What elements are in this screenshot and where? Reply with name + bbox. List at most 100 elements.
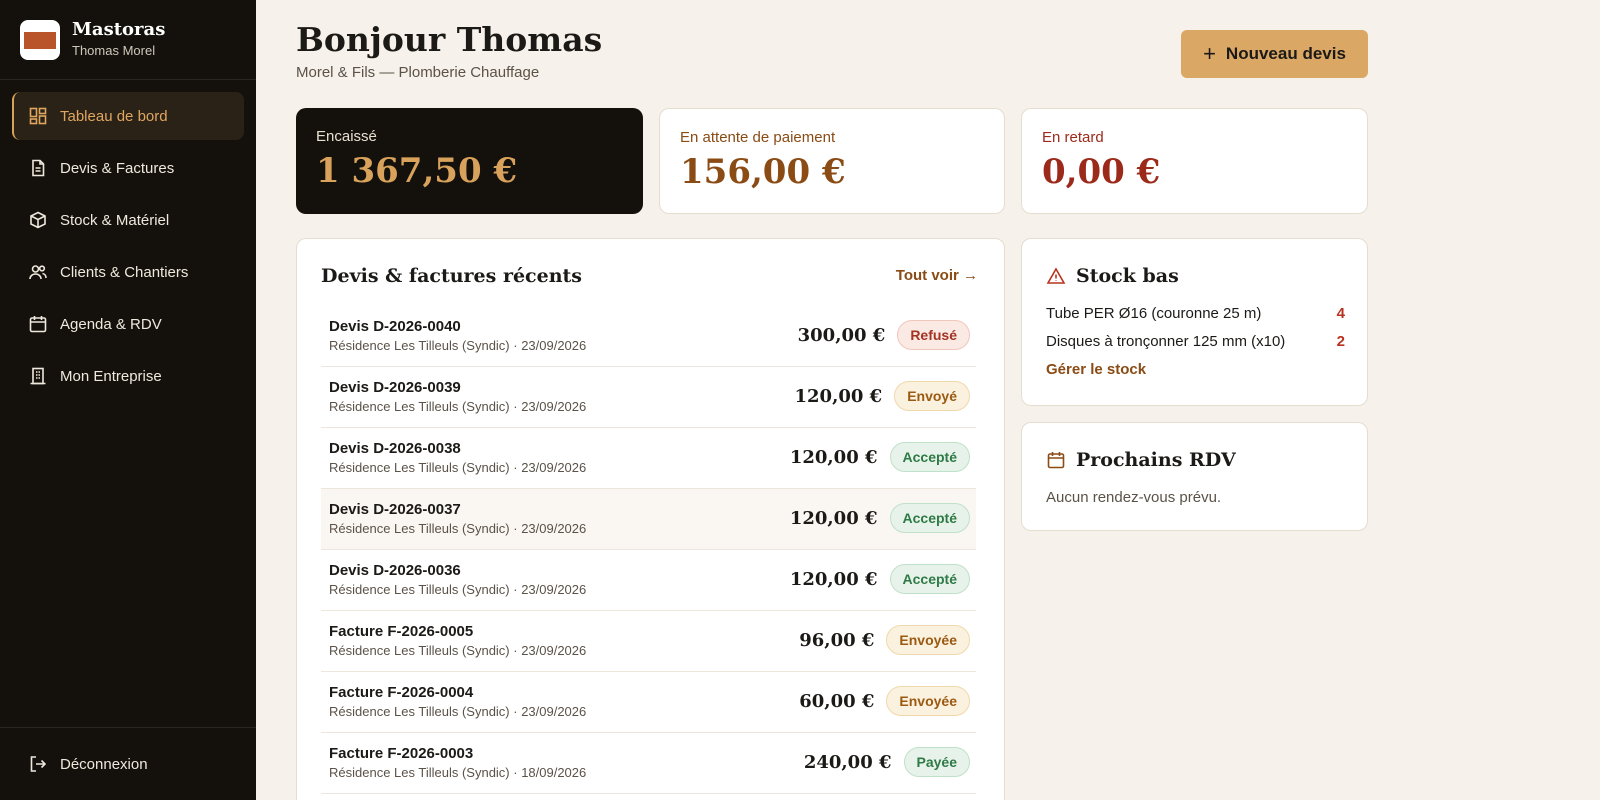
kpi-label: En attente de paiement: [680, 129, 836, 146]
appointments-empty-text: Aucun rendez-vous prévu.: [1046, 489, 1222, 506]
table-row[interactable]: Facture F-2026-0005 Résidence Les Tilleu…: [321, 611, 976, 672]
sidebar-item-dashboard[interactable]: Tableau de bord: [12, 92, 244, 140]
document-client-date: Résidence Les Tilleuls (Syndic) · 23/09/…: [329, 399, 587, 414]
calendar-icon: [1047, 452, 1065, 469]
sidebar-item-label: Tableau de bord: [60, 107, 168, 125]
table-row[interactable]: Devis D-2026-0039 Résidence Les Tilleuls…: [321, 367, 976, 428]
document-client-date: Résidence Les Tilleuls (Syndic) · 23/09/…: [329, 521, 587, 536]
sidebar-divider-bottom: [0, 727, 256, 728]
kpi-pending: En attente de paiement 156,00 €: [659, 108, 1005, 214]
logout-icon: [28, 754, 48, 774]
brand-text: Mastoras Thomas Morel: [72, 20, 165, 60]
stock-item-count: 4: [1336, 305, 1345, 322]
brand[interactable]: Mastoras Thomas Morel: [20, 20, 165, 60]
status-badge: Accepté: [889, 564, 970, 594]
document-number: Devis D-2026-0039: [329, 379, 461, 396]
document-amount: 96,00 €: [799, 629, 875, 651]
new-quote-button[interactable]: + Nouveau devis: [1181, 30, 1368, 78]
document-amount: 120,00 €: [789, 507, 878, 529]
sidebar-item-label: Agenda & RDV: [60, 315, 162, 333]
status-badge: Refusé: [897, 320, 970, 350]
upcoming-appointments-panel: Prochains RDV Aucun rendez-vous prévu.: [1021, 422, 1368, 531]
document-number: Facture F-2026-0004: [329, 684, 474, 701]
status-badge: Payée: [903, 747, 970, 777]
sidebar-item-quotes-invoices[interactable]: Devis & Factures: [12, 144, 244, 192]
calendar-icon: [28, 314, 48, 334]
document-client-date: Résidence Les Tilleuls (Syndic) · 23/09/…: [329, 643, 587, 658]
sidebar-nav: Tableau de bord Devis & Factures Stock &…: [12, 92, 244, 404]
see-all-link[interactable]: Tout voir →: [896, 267, 978, 284]
arrow-right-icon: →: [963, 267, 978, 284]
document-number: Devis D-2026-0038: [329, 440, 461, 457]
sidebar-item-label: Devis & Factures: [60, 159, 175, 177]
box-icon: [28, 210, 48, 230]
list-item: Tube PER Ø16 (couronne 25 m) 4: [1046, 305, 1345, 322]
document-number: Facture F-2026-0003: [329, 745, 474, 762]
document-amount: 120,00 €: [789, 568, 878, 590]
kpi-collected: Encaissé 1 367,50 €: [296, 108, 643, 214]
kpi-value: 0,00 €: [1042, 152, 1161, 192]
document-amount: 120,00 €: [789, 446, 878, 468]
new-quote-label: Nouveau devis: [1225, 44, 1346, 63]
document-client-date: Résidence Les Tilleuls (Syndic) · 23/09/…: [329, 582, 587, 597]
document-amount: 240,00 €: [803, 751, 892, 773]
status-badge: Envoyée: [886, 686, 970, 716]
document-client-date: Résidence Les Tilleuls (Syndic) · 23/09/…: [329, 460, 587, 475]
logout-label: Déconnexion: [60, 755, 148, 773]
sidebar-item-label: Clients & Chantiers: [60, 263, 189, 281]
recent-documents-list: Devis D-2026-0040 Résidence Les Tilleuls…: [321, 306, 976, 794]
document-amount: 60,00 €: [799, 690, 875, 712]
sidebar-divider-top: [0, 79, 256, 80]
kpi-label: En retard: [1042, 129, 1104, 146]
sidebar: Mastoras Thomas Morel Tableau de bord De…: [0, 0, 256, 800]
document-number: Devis D-2026-0037: [329, 501, 461, 518]
recent-documents-title: Devis & factures récents: [321, 265, 582, 287]
sidebar-item-company[interactable]: Mon Entreprise: [12, 352, 244, 400]
document-client-date: Résidence Les Tilleuls (Syndic) · 18/09/…: [329, 765, 587, 780]
warning-icon: [1046, 267, 1066, 284]
status-badge: Accepté: [889, 503, 970, 533]
kpi-late: En retard 0,00 €: [1021, 108, 1368, 214]
list-item: Disques à tronçonner 125 mm (x10) 2: [1046, 333, 1345, 350]
plus-icon: +: [1203, 41, 1216, 66]
dashboard-icon: [28, 106, 48, 126]
document-number: Devis D-2026-0040: [329, 318, 461, 335]
document-amount: 120,00 €: [794, 385, 883, 407]
kpi-label: Encaissé: [316, 128, 377, 145]
table-row[interactable]: Facture F-2026-0004 Résidence Les Tilleu…: [321, 672, 976, 733]
brand-name: Mastoras: [72, 19, 166, 40]
table-row[interactable]: Devis D-2026-0040 Résidence Les Tilleuls…: [321, 306, 976, 367]
logout-button[interactable]: Déconnexion: [12, 740, 244, 788]
appointments-title: Prochains RDV: [1046, 449, 1236, 471]
status-badge: Envoyée: [886, 625, 970, 655]
low-stock-title-text: Stock bas: [1076, 265, 1179, 287]
building-icon: [28, 366, 48, 386]
document-number: Devis D-2026-0036: [329, 562, 461, 579]
table-row[interactable]: Devis D-2026-0036 Résidence Les Tilleuls…: [321, 550, 976, 611]
status-badge: Envoyé: [894, 381, 970, 411]
see-all-label: Tout voir: [895, 267, 959, 284]
sidebar-item-stock[interactable]: Stock & Matériel: [12, 196, 244, 244]
document-client-date: Résidence Les Tilleuls (Syndic) · 23/09/…: [329, 338, 587, 353]
sidebar-item-label: Mon Entreprise: [60, 367, 162, 385]
table-row[interactable]: Devis D-2026-0037 Résidence Les Tilleuls…: [321, 489, 976, 550]
kpi-value: 1 367,50 €: [316, 151, 518, 191]
sidebar-item-label: Stock & Matériel: [60, 211, 170, 229]
table-row[interactable]: Facture F-2026-0003 Résidence Les Tilleu…: [321, 733, 976, 794]
users-icon: [28, 262, 48, 282]
manage-stock-link[interactable]: Gérer le stock: [1046, 361, 1146, 378]
sidebar-item-clients[interactable]: Clients & Chantiers: [12, 248, 244, 296]
document-client-date: Résidence Les Tilleuls (Syndic) · 23/09/…: [329, 704, 587, 719]
sidebar-item-agenda[interactable]: Agenda & RDV: [12, 300, 244, 348]
stock-item-name: Tube PER Ø16 (couronne 25 m): [1046, 305, 1262, 322]
low-stock-panel: Stock bas Tube PER Ø16 (couronne 25 m) 4…: [1021, 238, 1368, 406]
status-badge: Accepté: [889, 442, 970, 472]
brand-user: Thomas Morel: [72, 43, 156, 58]
stock-item-name: Disques à tronçonner 125 mm (x10): [1046, 333, 1286, 350]
low-stock-title: Stock bas: [1046, 265, 1179, 287]
document-number: Facture F-2026-0005: [329, 623, 474, 640]
document-icon: [28, 158, 48, 178]
table-row[interactable]: Devis D-2026-0038 Résidence Les Tilleuls…: [321, 428, 976, 489]
document-amount: 300,00 €: [797, 324, 886, 346]
recent-documents-panel: Devis & factures récents Tout voir → Dev…: [296, 238, 1005, 800]
